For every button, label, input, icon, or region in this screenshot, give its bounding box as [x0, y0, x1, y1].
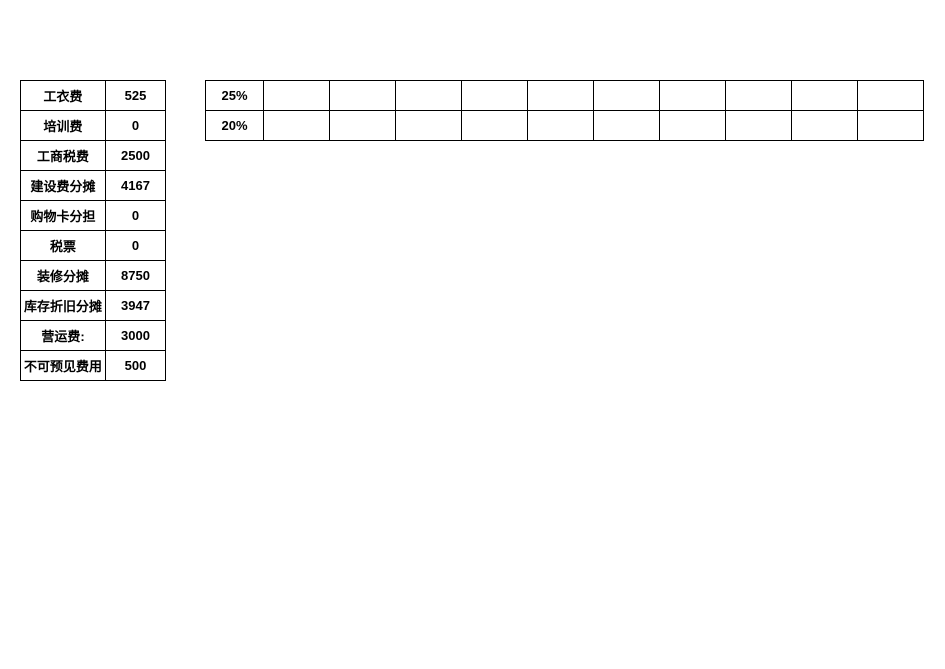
empty-cell [528, 81, 594, 111]
expense-label: 工商税费 [21, 141, 106, 171]
empty-cell [330, 81, 396, 111]
table-row: 25% [206, 81, 924, 111]
table-row: 库存折旧分摊 3947 [21, 291, 166, 321]
expense-value: 8750 [106, 261, 166, 291]
empty-cell [396, 81, 462, 111]
expense-label: 建设费分摊 [21, 171, 106, 201]
empty-cell [462, 111, 528, 141]
empty-cell [330, 111, 396, 141]
empty-cell [264, 81, 330, 111]
expense-label: 税票 [21, 231, 106, 261]
expense-label: 库存折旧分摊 [21, 291, 106, 321]
table-row: 装修分摊 8750 [21, 261, 166, 291]
percentage-table: 25% 20% [205, 80, 924, 141]
empty-cell [396, 111, 462, 141]
table-row: 工商税费 2500 [21, 141, 166, 171]
empty-cell [792, 81, 858, 111]
empty-cell [726, 111, 792, 141]
empty-cell [462, 81, 528, 111]
expense-value: 0 [106, 231, 166, 261]
percent-cell: 25% [206, 81, 264, 111]
table-row: 20% [206, 111, 924, 141]
empty-cell [594, 81, 660, 111]
table-row: 工衣费 525 [21, 81, 166, 111]
empty-cell [528, 111, 594, 141]
table-row: 购物卡分担 0 [21, 201, 166, 231]
expense-label: 不可预见费用 [21, 351, 106, 381]
table-row: 营运费: 3000 [21, 321, 166, 351]
empty-cell [264, 111, 330, 141]
expense-label: 装修分摊 [21, 261, 106, 291]
expense-value: 3000 [106, 321, 166, 351]
expense-value: 2500 [106, 141, 166, 171]
empty-cell [660, 111, 726, 141]
empty-cell [792, 111, 858, 141]
percent-cell: 20% [206, 111, 264, 141]
empty-cell [858, 111, 924, 141]
expense-label: 培训费 [21, 111, 106, 141]
table-row: 税票 0 [21, 231, 166, 261]
expense-value: 0 [106, 111, 166, 141]
expense-value: 4167 [106, 171, 166, 201]
expense-value: 0 [106, 201, 166, 231]
table-row: 建设费分摊 4167 [21, 171, 166, 201]
expense-label: 工衣费 [21, 81, 106, 111]
expense-value: 3947 [106, 291, 166, 321]
expense-label: 营运费: [21, 321, 106, 351]
empty-cell [594, 111, 660, 141]
empty-cell [660, 81, 726, 111]
expense-value: 500 [106, 351, 166, 381]
expense-label: 购物卡分担 [21, 201, 106, 231]
expense-table: 工衣费 525 培训费 0 工商税费 2500 建设费分摊 4167 购物卡分担… [20, 80, 166, 381]
table-row: 培训费 0 [21, 111, 166, 141]
table-row: 不可预见费用 500 [21, 351, 166, 381]
empty-cell [726, 81, 792, 111]
expense-value: 525 [106, 81, 166, 111]
empty-cell [858, 81, 924, 111]
